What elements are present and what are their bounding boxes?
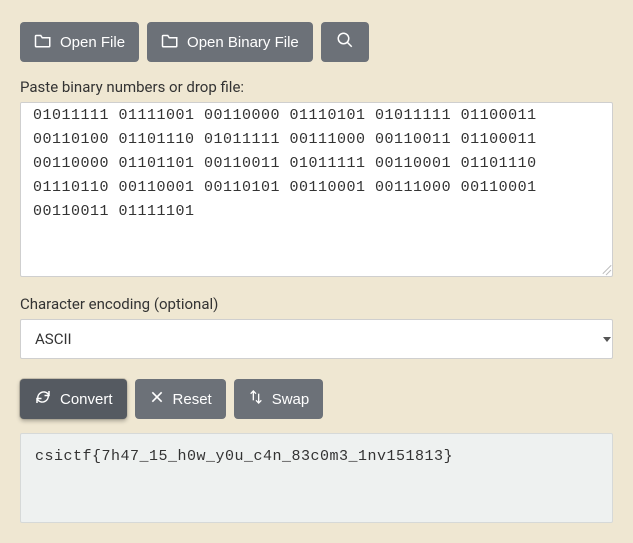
- encoding-value: ASCII: [21, 330, 86, 348]
- chevron-down-icon: [602, 320, 612, 358]
- refresh-icon: [34, 388, 52, 410]
- open-file-button[interactable]: Open File: [20, 22, 139, 62]
- search-button[interactable]: [321, 22, 369, 62]
- search-icon: [336, 31, 354, 53]
- swap-button[interactable]: Swap: [234, 379, 324, 419]
- output-text: csictf{7h47_15_h0w_y0u_c4n_83c0m3_1nv151…: [35, 448, 453, 465]
- toolbar: Open File Open Binary File: [20, 0, 613, 78]
- binary-input[interactable]: [21, 102, 600, 234]
- output-box: csictf{7h47_15_h0w_y0u_c4n_83c0m3_1nv151…: [20, 433, 613, 523]
- input-label: Paste binary numbers or drop file:: [20, 78, 613, 96]
- encoding-select[interactable]: ASCII: [20, 319, 613, 359]
- swap-icon: [248, 388, 264, 410]
- resize-handle-icon: [599, 263, 611, 275]
- open-binary-file-button[interactable]: Open Binary File: [147, 22, 313, 62]
- reset-label: Reset: [173, 391, 212, 408]
- open-binary-label: Open Binary File: [187, 34, 299, 51]
- convert-label: Convert: [60, 391, 113, 408]
- action-row: Convert Reset Swap: [20, 379, 613, 419]
- swap-label: Swap: [272, 391, 310, 408]
- binary-input-container: [20, 102, 613, 277]
- encoding-label: Character encoding (optional): [20, 295, 613, 313]
- convert-button[interactable]: Convert: [20, 379, 127, 419]
- close-icon: [149, 389, 165, 409]
- folder-icon: [34, 32, 52, 52]
- open-file-label: Open File: [60, 34, 125, 51]
- folder-icon: [161, 32, 179, 52]
- reset-button[interactable]: Reset: [135, 379, 226, 419]
